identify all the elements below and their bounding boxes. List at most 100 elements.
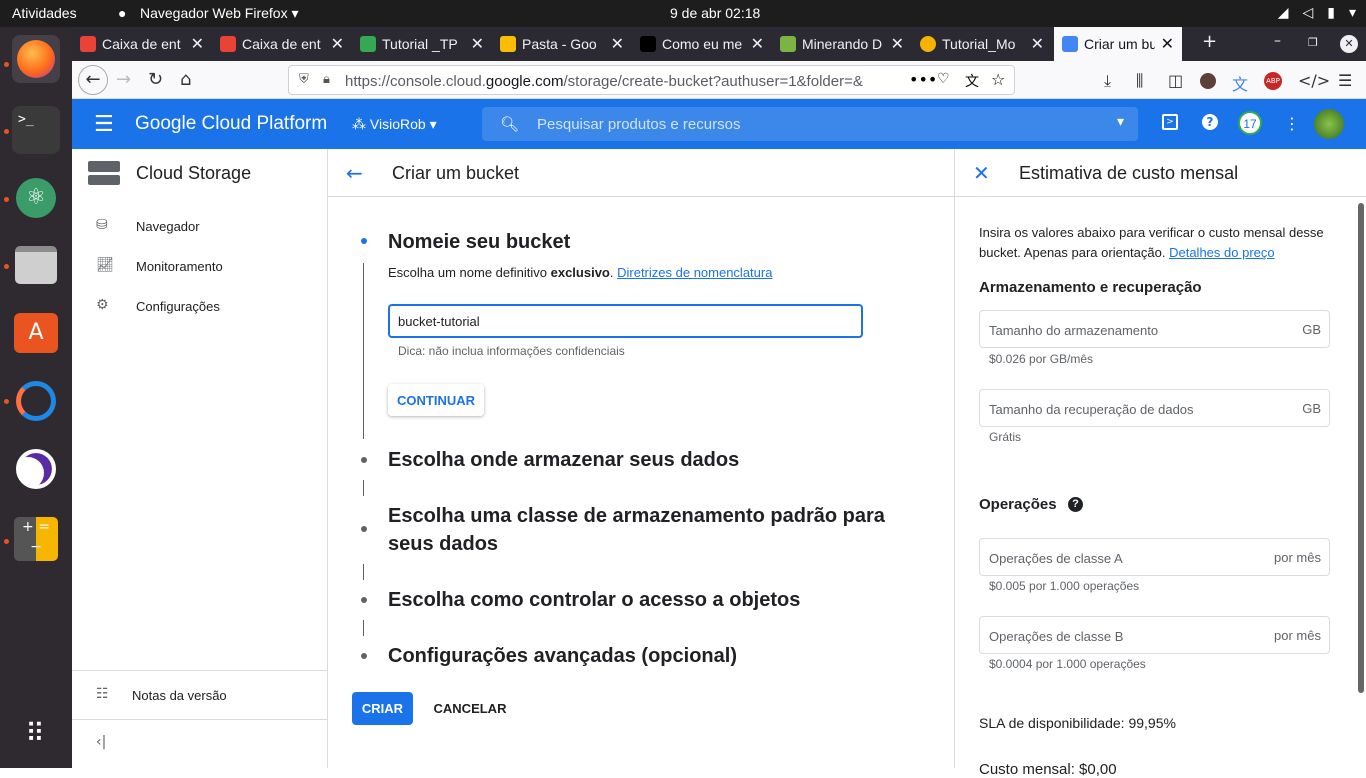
- class-b-ops-input[interactable]: [989, 626, 1259, 646]
- forward-icon[interactable]: →: [116, 69, 131, 90]
- tab-gmail-2[interactable]: Caixa de ent ✕: [212, 27, 352, 61]
- project-selector[interactable]: ⁂ VisioRob ▾: [352, 116, 437, 133]
- bucket-icon: ⛁: [96, 217, 108, 233]
- search-box[interactable]: 🔍︎ ▾: [482, 107, 1138, 141]
- close-icon[interactable]: ✕: [1031, 34, 1044, 54]
- files-icon[interactable]: [12, 241, 60, 289]
- reload-icon[interactable]: ↻: [148, 69, 163, 90]
- close-icon[interactable]: ✕: [891, 34, 904, 54]
- calculator-icon[interactable]: + = −: [12, 515, 60, 563]
- battery-icon[interactable]: ▮: [1327, 4, 1335, 21]
- wifi-icon[interactable]: ◢: [1278, 4, 1289, 21]
- minimize-icon[interactable]: –: [1274, 33, 1281, 49]
- clock[interactable]: 9 de abr 02:18: [670, 5, 760, 21]
- pricing-details-link[interactable]: Detalhes do preço: [1169, 245, 1275, 260]
- class-a-ops-input[interactable]: [989, 548, 1259, 568]
- storage-price: $0.026 por GB/mês: [989, 352, 1094, 366]
- class-b-ops-field[interactable]: por mês: [979, 616, 1330, 654]
- url-bar[interactable]: ⛨ 🔒︎ https://console.cloud.google.com/st…: [288, 65, 1015, 95]
- avatar[interactable]: [1314, 109, 1344, 139]
- help-icon[interactable]: ?: [1202, 114, 1218, 130]
- tab-medium[interactable]: Como eu me ✕: [632, 27, 772, 61]
- search-icon: 🔍︎: [500, 115, 520, 133]
- notifications-badge[interactable]: 17: [1238, 111, 1262, 135]
- activities-button[interactable]: Atividades: [12, 5, 77, 21]
- close-window-icon[interactable]: ✕: [1340, 35, 1358, 53]
- scrollbar[interactable]: [1358, 203, 1364, 693]
- nav-item-monitoring[interactable]: 📈︎ Monitoramento: [72, 246, 327, 286]
- tab-create-bucket[interactable]: Criar um bu ✕: [1054, 27, 1182, 61]
- pycharm-icon[interactable]: [12, 377, 60, 425]
- hamburger-menu-icon[interactable]: ☰: [1338, 71, 1352, 90]
- cancel-button[interactable]: CANCELAR: [426, 692, 514, 725]
- continue-button[interactable]: CONTINUAR: [388, 384, 484, 416]
- close-icon[interactable]: ✕: [1161, 34, 1174, 54]
- app-menu[interactable]: Navegador Web Firefox ▾: [140, 5, 299, 22]
- tab-minerando[interactable]: Minerando D ✕: [772, 27, 912, 61]
- url-text[interactable]: https://console.cloud.google.com/storage…: [345, 73, 905, 90]
- nav-menu-icon[interactable]: ☰: [94, 112, 114, 137]
- step-3-title[interactable]: Escolha uma classe de armazenamento padr…: [388, 502, 888, 558]
- volume-icon[interactable]: ◁: [1302, 4, 1313, 21]
- tab-drive-tutorial[interactable]: Tutorial _TP ✕: [352, 27, 492, 61]
- more-icon[interactable]: •••: [909, 70, 937, 89]
- lock-icon[interactable]: 🔒︎: [323, 72, 330, 87]
- close-icon[interactable]: ✕: [973, 161, 990, 185]
- class-a-price: $0.005 por 1.000 operações: [989, 579, 1140, 593]
- collapse-icon[interactable]: ‹|: [96, 734, 106, 750]
- search-input[interactable]: [537, 113, 1097, 135]
- retrieval-size-field[interactable]: GB: [979, 389, 1330, 427]
- tab-colab[interactable]: Tutorial_Mo ✕: [912, 27, 1052, 61]
- pocket-icon[interactable]: ♡: [937, 71, 950, 87]
- close-icon[interactable]: ✕: [471, 34, 484, 54]
- gcp-logo[interactable]: Google Cloud Platform: [135, 113, 327, 135]
- left-nav: Cloud Storage ⛁ Navegador 📈︎ Monitoramento…: [72, 149, 328, 768]
- close-icon[interactable]: ✕: [331, 34, 344, 54]
- back-arrow-icon[interactable]: ←: [346, 161, 363, 185]
- shield-icon[interactable]: ⛨: [299, 72, 309, 87]
- cloud-shell-icon[interactable]: >: [1162, 114, 1178, 130]
- download-icon[interactable]: ⤓: [1104, 71, 1111, 91]
- step-2-title[interactable]: Escolha onde armazenar seus dados: [388, 446, 888, 474]
- app-grid-icon[interactable]: ⠿: [12, 710, 60, 758]
- software-center-icon[interactable]: A: [12, 309, 60, 357]
- bucket-name-input[interactable]: [388, 304, 863, 338]
- nav-item-settings[interactable]: ⚙ Configurações: [72, 286, 327, 326]
- help-icon[interactable]: ?: [1068, 497, 1083, 512]
- storage-size-field[interactable]: GB: [979, 310, 1330, 348]
- translate-icon[interactable]: 文: [965, 71, 979, 91]
- tor-browser-icon[interactable]: [12, 445, 60, 493]
- chevron-down-icon[interactable]: ▾: [1349, 4, 1356, 21]
- create-button[interactable]: CRIAR: [352, 692, 413, 725]
- extension-avatar-icon[interactable]: [1200, 73, 1216, 89]
- step-4-title[interactable]: Escolha como controlar o acesso a objeto…: [388, 586, 888, 614]
- back-icon[interactable]: ←: [78, 65, 108, 95]
- devtools-icon[interactable]: </>: [1298, 71, 1330, 90]
- firefox-icon[interactable]: [12, 35, 60, 83]
- retrieval-size-input[interactable]: [989, 399, 1259, 419]
- chevron-down-icon[interactable]: ▾: [1117, 114, 1124, 130]
- restore-icon[interactable]: ❐: [1308, 36, 1318, 49]
- tab-drive-folder[interactable]: Pasta - Goo ✕: [492, 27, 632, 61]
- tab-gmail-1[interactable]: Caixa de ent ✕: [72, 27, 212, 61]
- gcp-storage-icon: [1062, 36, 1078, 52]
- bookmark-star-icon[interactable]: ☆: [991, 70, 1005, 89]
- atom-icon[interactable]: ⚛: [12, 174, 60, 222]
- more-vert-icon[interactable]: ⋮: [1284, 114, 1300, 133]
- adblock-icon[interactable]: ABP: [1264, 72, 1282, 90]
- storage-size-input[interactable]: [989, 320, 1259, 340]
- nav-item-release-notes[interactable]: ☷ Notas da versão: [72, 675, 327, 715]
- google-translate-icon[interactable]: 文: [1232, 71, 1248, 95]
- close-icon[interactable]: ✕: [191, 34, 204, 54]
- step-5-title[interactable]: Configurações avançadas (opcional): [388, 642, 888, 670]
- nav-item-browser[interactable]: ⛁ Navegador: [72, 206, 327, 246]
- new-tab-icon[interactable]: +: [1202, 31, 1217, 52]
- naming-guidelines-link[interactable]: Diretrizes de nomenclatura: [617, 265, 772, 280]
- close-icon[interactable]: ✕: [751, 34, 764, 54]
- close-icon[interactable]: ✕: [611, 34, 624, 54]
- class-a-ops-field[interactable]: por mês: [979, 538, 1330, 576]
- terminal-icon[interactable]: >_: [12, 106, 60, 154]
- home-icon[interactable]: ⌂: [180, 69, 191, 90]
- library-icon[interactable]: ⫼: [1136, 71, 1143, 91]
- sidebar-icon[interactable]: ◫: [1168, 71, 1183, 90]
